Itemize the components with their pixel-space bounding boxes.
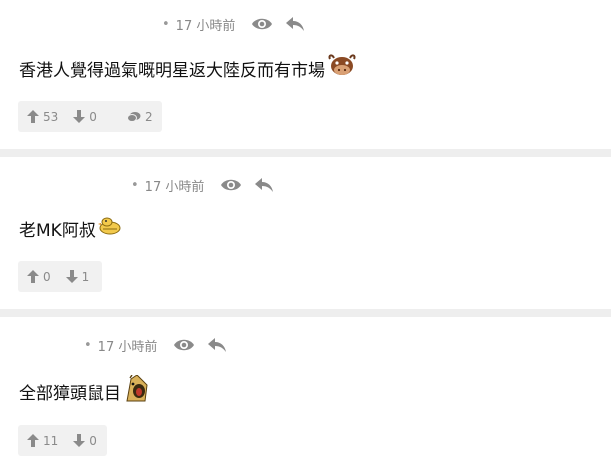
comment-card: • 17 小時前 香港人覺得過氣嘅明星返大陸反而有市場 53 0 2 — [0, 0, 611, 148]
thumb-up-arrow-icon — [27, 434, 39, 447]
thumb-down-arrow-icon — [65, 270, 78, 283]
downvote-button[interactable]: 0 — [73, 434, 97, 448]
comment-body: 香港人覺得過氣嘅明星返大陸反而有市場 — [19, 52, 357, 84]
thumb-up-arrow-icon — [27, 270, 39, 283]
comment-timestamp: 17 小時前 — [144, 179, 205, 195]
downvote-count: 0 — [89, 433, 97, 448]
upvote-button[interactable]: 11 — [27, 434, 58, 448]
comment-meta: • 17 小時前 — [162, 14, 319, 34]
thumb-down-arrow-icon — [73, 434, 86, 447]
ox-face-sticker — [327, 53, 357, 84]
eye-icon[interactable] — [173, 336, 195, 354]
downvote-count: 1 — [81, 269, 90, 284]
vote-button-group: 0 1 — [18, 261, 102, 292]
upvote-count: 11 — [43, 433, 59, 448]
comment-divider — [0, 149, 611, 157]
vote-button-group: 11 0 — [18, 425, 107, 456]
comment-meta: • 17 小時前 — [131, 175, 288, 195]
comment-card: • 17 小時前 全部獐頭鼠目 11 0 — [0, 317, 611, 464]
comment-timestamp: 17 小時前 — [175, 18, 236, 34]
eye-icon[interactable] — [251, 15, 273, 33]
comment-text: 香港人覺得過氣嘅明星返大陸反而有市場 — [19, 60, 325, 81]
downvote-count: 0 — [89, 109, 97, 124]
thumb-down-arrow-icon — [73, 110, 86, 123]
duck-sticker — [97, 215, 122, 242]
thumb-up-arrow-icon — [27, 110, 39, 123]
shouting-rat-sticker — [123, 373, 149, 408]
meta-bullet: • — [131, 177, 139, 193]
comment-card: • 17 小時前 老MK阿叔 0 1 — [0, 157, 611, 309]
upvote-count: 0 — [43, 269, 51, 284]
upvote-button[interactable]: 53 — [27, 110, 58, 124]
meta-bullet: • — [162, 16, 170, 32]
comment-meta: • 17 小時前 — [84, 335, 241, 355]
downvote-button[interactable]: 1 — [65, 269, 90, 284]
comment-text: 老MK阿叔 — [19, 220, 96, 241]
comment-bubble-icon — [127, 111, 141, 122]
upvote-count: 53 — [43, 109, 59, 124]
eye-icon[interactable] — [220, 176, 242, 194]
reply-icon[interactable] — [254, 176, 276, 194]
comment-text: 全部獐頭鼠目 — [19, 383, 121, 404]
vote-button-group: 53 0 — [18, 101, 121, 132]
comment-divider — [0, 309, 611, 317]
upvote-button[interactable]: 0 — [27, 270, 51, 284]
reply-icon[interactable] — [207, 336, 229, 354]
comment-body: 全部獐頭鼠目 — [19, 373, 149, 408]
comment-timestamp: 17 小時前 — [97, 339, 158, 355]
meta-bullet: • — [84, 337, 92, 353]
reply-count: 2 — [145, 109, 153, 124]
reply-icon[interactable] — [285, 15, 307, 33]
downvote-button[interactable]: 0 — [73, 110, 97, 124]
comment-body: 老MK阿叔 — [19, 213, 122, 243]
reply-count-button[interactable]: 2 — [116, 101, 162, 132]
